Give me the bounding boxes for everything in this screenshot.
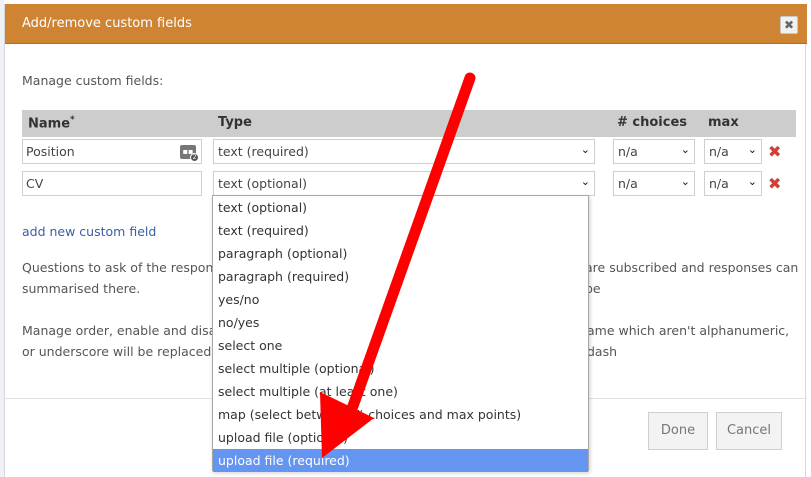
choices-select[interactable]: n/a ⌄: [613, 139, 695, 164]
delete-icon[interactable]: ✖: [768, 142, 781, 161]
choices-select-value: n/a: [618, 176, 638, 191]
dropdown-option[interactable]: yes/no: [213, 288, 588, 311]
table-header: Name* Type # choices max: [22, 110, 796, 137]
dropdown-option[interactable]: no/yes: [213, 311, 588, 334]
dropdown-option[interactable]: paragraph (required): [213, 265, 588, 288]
dialog-title: Add/remove custom fields: [22, 16, 192, 31]
type-select[interactable]: text (required) ⌄: [213, 139, 595, 164]
chevron-down-icon: ⌄: [580, 143, 590, 156]
max-select-value: n/a: [709, 176, 729, 191]
type-dropdown-list: text (optional) text (required) paragraph …: [212, 195, 589, 472]
header-type: Type: [218, 115, 252, 130]
dropdown-option[interactable]: select multiple (optional): [213, 357, 588, 380]
done-button[interactable]: Done: [648, 412, 708, 450]
cancel-button[interactable]: Cancel: [716, 412, 782, 450]
add-custom-field-link[interactable]: add new custom field: [22, 224, 156, 239]
intro-text: Manage custom fields:: [22, 73, 164, 88]
field-name-input[interactable]: CV: [22, 171, 202, 196]
dropdown-option[interactable]: text (required): [213, 219, 588, 242]
header-name: Name*: [28, 115, 75, 132]
close-icon[interactable]: ✖: [780, 16, 798, 34]
dropdown-option[interactable]: paragraph (optional): [213, 242, 588, 265]
chevron-down-icon: ⌄: [747, 143, 757, 156]
type-select[interactable]: text (optional) ⌄: [213, 171, 595, 196]
header-choices: # choices: [617, 115, 688, 130]
dropdown-option[interactable]: map (select between # choices and max po…: [213, 403, 588, 426]
max-select-value: n/a: [709, 144, 729, 159]
dropdown-option[interactable]: text (optional): [213, 196, 588, 219]
type-select-value: text (required): [218, 144, 309, 159]
chevron-down-icon: ⌄: [680, 175, 690, 188]
help-paragraph-1-line2: summarised there.: [22, 278, 140, 299]
max-select[interactable]: n/a ⌄: [704, 139, 762, 164]
help-paragraph-1-right: are subscribed and responses can be: [585, 257, 805, 299]
chevron-down-icon: ⌄: [747, 175, 757, 188]
help-text: ame which aren't alphanumeric, dash: [587, 323, 790, 359]
dropdown-option[interactable]: select one: [213, 334, 588, 357]
field-name-input[interactable]: Position: [22, 139, 202, 164]
type-select-value: text (optional): [218, 176, 308, 191]
help-paragraph-2-right: ame which aren't alphanumeric, dash: [587, 320, 805, 362]
field-name-value: CV: [26, 176, 44, 191]
edit-count-icon: ▪▪ 2: [180, 145, 199, 162]
choices-select-value: n/a: [618, 144, 638, 159]
max-select[interactable]: n/a ⌄: [704, 171, 762, 196]
choices-select[interactable]: n/a ⌄: [613, 171, 695, 196]
help-text: are subscribed and responses can be: [585, 260, 799, 296]
help-text: summarised there.: [22, 281, 141, 296]
chevron-down-icon: ⌄: [680, 143, 690, 156]
header-max: max: [708, 115, 739, 130]
delete-icon[interactable]: ✖: [768, 174, 781, 193]
dropdown-option[interactable]: select multiple (at least one): [213, 380, 588, 403]
chevron-down-icon: ⌄: [580, 175, 590, 188]
dropdown-option[interactable]: upload file (required): [213, 449, 588, 472]
field-name-value: Position: [26, 144, 75, 159]
dropdown-option[interactable]: upload file (optional): [213, 426, 588, 449]
count-badge: 2: [190, 153, 199, 162]
dialog-titlebar: Add/remove custom fields ✖: [5, 4, 807, 44]
